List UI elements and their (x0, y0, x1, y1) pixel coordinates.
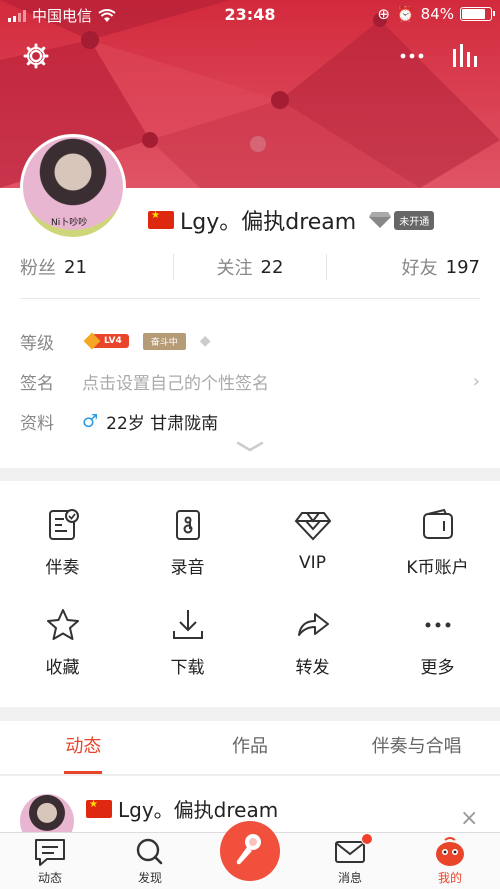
nav-mine[interactable]: 我的 (415, 833, 485, 889)
content-tabs: 动态 作品 伴奏与合唱 (0, 721, 500, 775)
feed-icon (35, 839, 65, 866)
search-icon (136, 838, 163, 865)
nav-label: 消息 (337, 871, 362, 885)
function-label: 下载 (170, 658, 205, 678)
function-label: VIP (299, 553, 326, 573)
function-label: 转发 (295, 658, 330, 678)
level-badge: LV4 (92, 334, 129, 348)
sing-button[interactable] (220, 821, 280, 881)
stat-fans[interactable]: 粉丝 21 (20, 254, 173, 280)
function-label: 伴奏 (45, 558, 80, 578)
gear-icon[interactable] (22, 42, 50, 70)
nav-label: 动态 (37, 871, 62, 885)
recording-icon (175, 510, 200, 540)
download-icon (172, 610, 203, 639)
stat-label: 关注 (216, 258, 253, 279)
more-icon (425, 622, 450, 628)
tab-accompaniment-chorus[interactable]: 伴奏与合唱 (333, 721, 500, 774)
vip-status-label: 未开通 (394, 210, 435, 230)
profile-icon (436, 837, 464, 866)
more-dots-icon[interactable] (398, 42, 426, 70)
signature-row[interactable]: 签名 点击设置自己的个性签名 › (20, 368, 480, 394)
sing-mic-icon (236, 834, 261, 865)
info-label: 资料 (20, 413, 54, 434)
function-kcoin-account[interactable]: K币账户 (375, 481, 500, 581)
tab-feed[interactable]: 动态 (0, 721, 167, 774)
signature-placeholder: 点击设置自己的个性签名 (82, 373, 269, 394)
stat-value: 22 (260, 256, 284, 278)
close-icon[interactable]: × (460, 806, 478, 831)
china-flag-icon (148, 210, 174, 229)
accompaniment-icon (48, 509, 79, 540)
nav-messages[interactable]: 消息 (315, 833, 385, 889)
function-recording[interactable]: 录音 (125, 481, 250, 581)
share-icon (297, 613, 329, 636)
profile-name: Lgy。偏执dream (180, 210, 357, 235)
star-icon (46, 609, 79, 640)
avatar-caption: Ni卜吵吵 (51, 218, 88, 228)
vip-diamond-icon (294, 512, 331, 541)
function-label: 更多 (420, 658, 455, 678)
function-favorites[interactable]: 收藏 (0, 581, 125, 681)
avatar[interactable]: Ni卜吵吵 (20, 134, 126, 240)
info-value: 22岁 甘肃陇南 (106, 413, 219, 434)
bars-icon[interactable] (450, 40, 480, 70)
battery-icon (460, 7, 495, 21)
level-label: 等级 (20, 333, 54, 354)
alarm-icon: ⏰ (395, 5, 415, 23)
stat-label: 粉丝 (20, 258, 56, 279)
diamond-icon (369, 212, 392, 228)
function-share[interactable]: 转发 (250, 581, 375, 681)
stat-value: 197 (445, 256, 481, 278)
battery-percent: 84% (420, 5, 454, 23)
function-download[interactable]: 下载 (125, 581, 250, 681)
notification-dot (361, 833, 373, 845)
function-label: 录音 (170, 558, 205, 578)
function-vip[interactable]: VIP (250, 481, 375, 581)
nav-label: 发现 (137, 871, 162, 885)
nav-label: 我的 (437, 871, 462, 885)
battery-fill (462, 9, 485, 19)
tab-works[interactable]: 作品 (167, 721, 334, 774)
stat-friends[interactable]: 好友 197 (327, 254, 480, 280)
feed-author-name: Lgy。偏执dream (118, 798, 279, 822)
bottom-nav: 动态 发现 消息 我的 (0, 821, 500, 889)
profile-name-row: Lgy。偏执dream 未开通 (148, 204, 435, 236)
male-icon: ♂ (82, 410, 99, 432)
chevron-down-icon[interactable] (235, 440, 265, 454)
stat-following[interactable]: 关注 22 (172, 254, 328, 280)
gem-icon: ◆ (199, 333, 211, 349)
nav-discover[interactable]: 发现 (115, 833, 185, 889)
divider (20, 298, 480, 299)
function-grid: 伴奏 录音 VIP K币账户 收藏 下载 转发 更多 (0, 481, 500, 707)
nav-feed[interactable]: 动态 (15, 833, 85, 889)
function-label: 收藏 (45, 658, 80, 678)
info-row[interactable]: 资料 ♂ 22岁 甘肃陇南 (20, 408, 480, 434)
china-flag-icon (86, 799, 112, 818)
vip-status-badge[interactable]: 未开通 (368, 210, 435, 230)
signature-label: 签名 (20, 373, 54, 394)
rotation-lock-icon: ⊕ (377, 5, 390, 23)
level-row[interactable]: 等级 LV4 奋斗中 ◆ (20, 328, 480, 354)
status-bar: 中国电信 23:48 ⊕ ⏰ 84% (0, 0, 500, 30)
stat-label: 好友 (401, 258, 438, 279)
function-accompaniment[interactable]: 伴奏 (0, 481, 125, 581)
function-label: K币账户 (406, 558, 469, 578)
function-more[interactable]: 更多 (375, 581, 500, 681)
stat-value: 21 (64, 256, 87, 278)
stats-row: 粉丝 21 关注 22 好友 197 (20, 254, 480, 280)
chevron-right-icon: › (472, 370, 480, 392)
wallet-icon (422, 508, 453, 539)
feed-name-row: Lgy。偏执dream (86, 794, 278, 823)
rank-badge: 奋斗中 (142, 332, 186, 350)
